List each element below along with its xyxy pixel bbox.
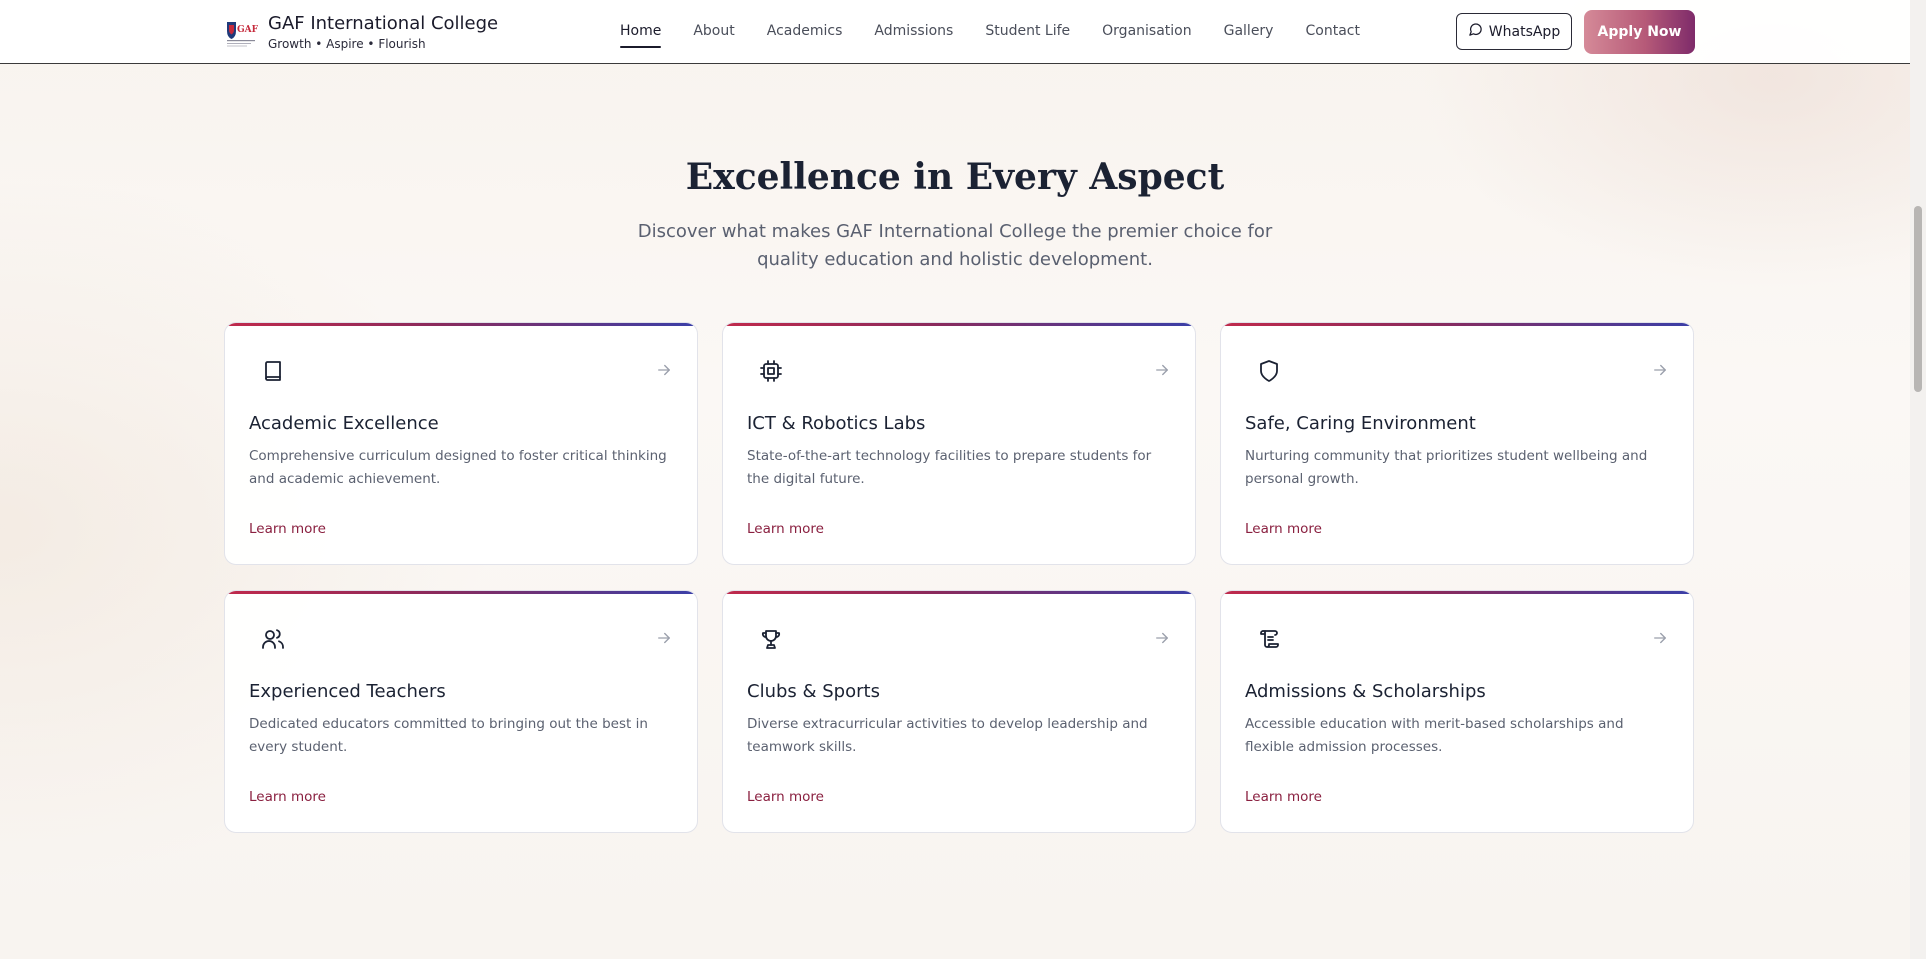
feature-card-ict-robotics[interactable]: ICT & Robotics Labs State-of-the-art tec… [722, 322, 1196, 565]
learn-more-link[interactable]: Learn more [747, 521, 824, 537]
college-crest-icon: GAF [224, 16, 258, 50]
card-description: Nurturing community that prioritizes stu… [1245, 448, 1648, 487]
learn-more-link[interactable]: Learn more [1245, 521, 1322, 537]
book-icon [261, 359, 285, 383]
card-title: Clubs & Sports [747, 681, 880, 702]
arrow-right-icon[interactable] [655, 361, 673, 379]
card-title: Safe, Caring Environment [1245, 413, 1476, 434]
nav-student-life[interactable]: Student Life [969, 14, 1086, 50]
trophy-icon [759, 627, 783, 651]
learn-more-link[interactable]: Learn more [747, 789, 824, 805]
whatsapp-label: WhatsApp [1488, 23, 1561, 40]
card-title: ICT & Robotics Labs [747, 413, 926, 434]
nav-contact[interactable]: Contact [1289, 14, 1375, 50]
card-title: Admissions & Scholarships [1245, 681, 1486, 702]
learn-more-link[interactable]: Learn more [1245, 789, 1322, 805]
learn-more-link[interactable]: Learn more [249, 521, 326, 537]
card-title: Academic Excellence [249, 413, 439, 434]
scrollbar-thumb[interactable] [1914, 206, 1922, 392]
card-description: Accessible education with merit-based sc… [1245, 716, 1624, 755]
shield-icon [1257, 359, 1281, 383]
section-subtitle: Discover what makes GAF International Co… [637, 221, 1273, 270]
nav-gallery[interactable]: Gallery [1208, 14, 1290, 50]
arrow-right-icon[interactable] [655, 629, 673, 647]
main-nav: Home About Academics Admissions Student … [604, 0, 1376, 64]
arrow-right-icon[interactable] [1153, 361, 1171, 379]
card-description: State-of-the-art technology facilities t… [747, 448, 1152, 487]
nav-admissions[interactable]: Admissions [858, 14, 969, 50]
card-title: Experienced Teachers [249, 681, 446, 702]
arrow-right-icon[interactable] [1651, 361, 1669, 379]
feature-card-experienced-teachers[interactable]: Experienced Teachers Dedicated educators… [224, 590, 698, 833]
learn-more-link[interactable]: Learn more [249, 789, 326, 805]
brand[interactable]: GAF GAF International College Growth • A… [224, 14, 498, 52]
site-header: GAF GAF International College Growth • A… [0, 0, 1910, 64]
feature-card-safe-environment[interactable]: Safe, Caring Environment Nurturing commu… [1220, 322, 1694, 565]
nav-academics[interactable]: Academics [751, 14, 859, 50]
chat-bubble-icon [1468, 22, 1483, 41]
arrow-right-icon[interactable] [1153, 629, 1171, 647]
nav-home[interactable]: Home [604, 14, 677, 50]
card-description: Dedicated educators committed to bringin… [249, 716, 648, 755]
feature-card-clubs-sports[interactable]: Clubs & Sports Diverse extracurricular a… [722, 590, 1196, 833]
arrow-right-icon[interactable] [1651, 629, 1669, 647]
svg-text:GAF: GAF [237, 25, 258, 35]
cpu-chip-icon [759, 359, 783, 383]
users-icon [261, 627, 285, 651]
card-description: Comprehensive curriculum designed to fos… [249, 448, 667, 487]
scroll-icon [1257, 627, 1281, 651]
feature-card-admissions-scholarships[interactable]: Admissions & Scholarships Accessible edu… [1220, 590, 1694, 833]
card-description: Diverse extracurricular activities to de… [747, 716, 1148, 755]
brand-name: GAF International College [268, 13, 499, 34]
page-scrollbar[interactable] [1910, 0, 1926, 959]
section-title: Excellence in Every Aspect [685, 156, 1225, 198]
nav-organisation[interactable]: Organisation [1086, 14, 1207, 50]
apply-now-button[interactable]: Apply Now [1584, 10, 1695, 54]
brand-tagline: Growth • Aspire • Flourish [268, 37, 426, 51]
nav-about[interactable]: About [677, 14, 750, 50]
feature-card-academic-excellence[interactable]: Academic Excellence Comprehensive curric… [224, 322, 698, 565]
whatsapp-button[interactable]: WhatsApp [1456, 13, 1572, 50]
